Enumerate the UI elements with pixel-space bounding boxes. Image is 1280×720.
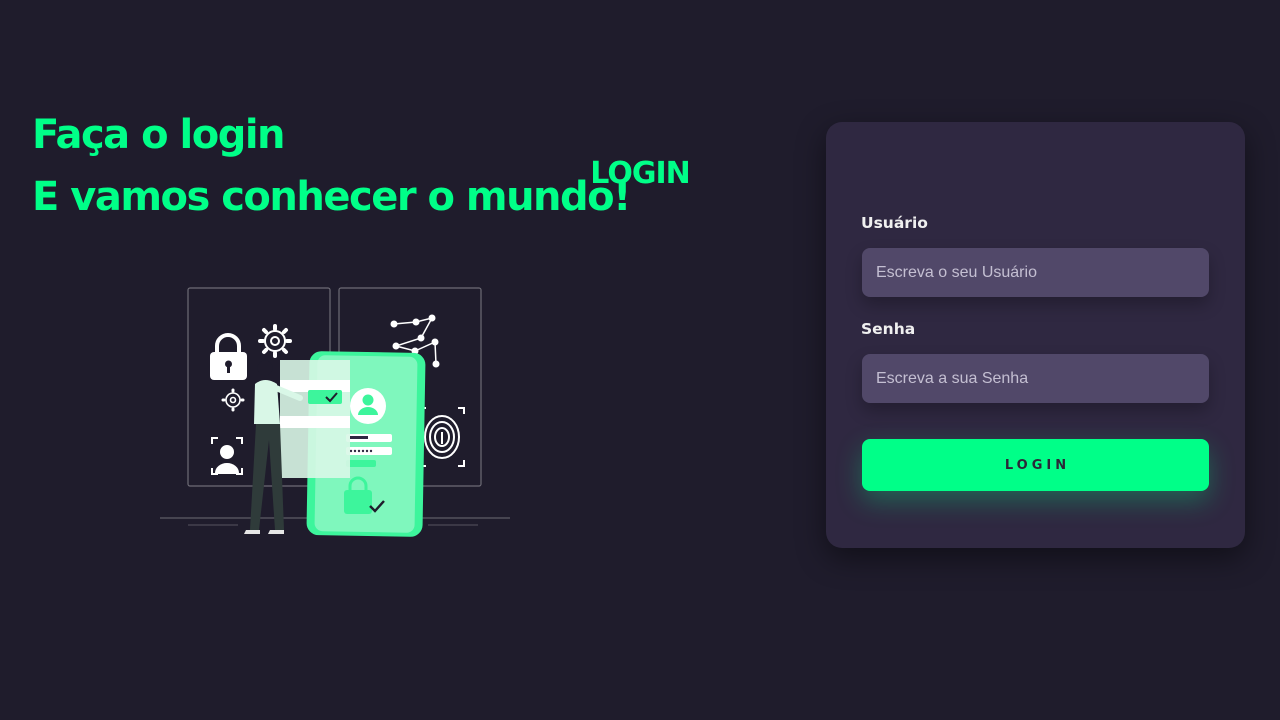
username-label: Usuário: [861, 214, 928, 232]
login-page: Faça o login E vamos conhecer o mundo! L…: [0, 0, 1280, 720]
username-input[interactable]: [862, 248, 1209, 297]
password-input[interactable]: [862, 354, 1209, 403]
password-label: Senha: [861, 320, 916, 338]
gear-icon: [258, 324, 292, 358]
security-login-illustration: [160, 287, 510, 537]
id-card-illustration: [280, 360, 350, 478]
fingerprint-icon: [419, 407, 465, 467]
login-title: LOGIN: [590, 156, 690, 191]
padlock-icon: [210, 333, 247, 380]
login-button[interactable]: LOGIN: [862, 439, 1209, 491]
small-gear-icon: [221, 388, 245, 412]
face-id-icon: [211, 437, 243, 475]
